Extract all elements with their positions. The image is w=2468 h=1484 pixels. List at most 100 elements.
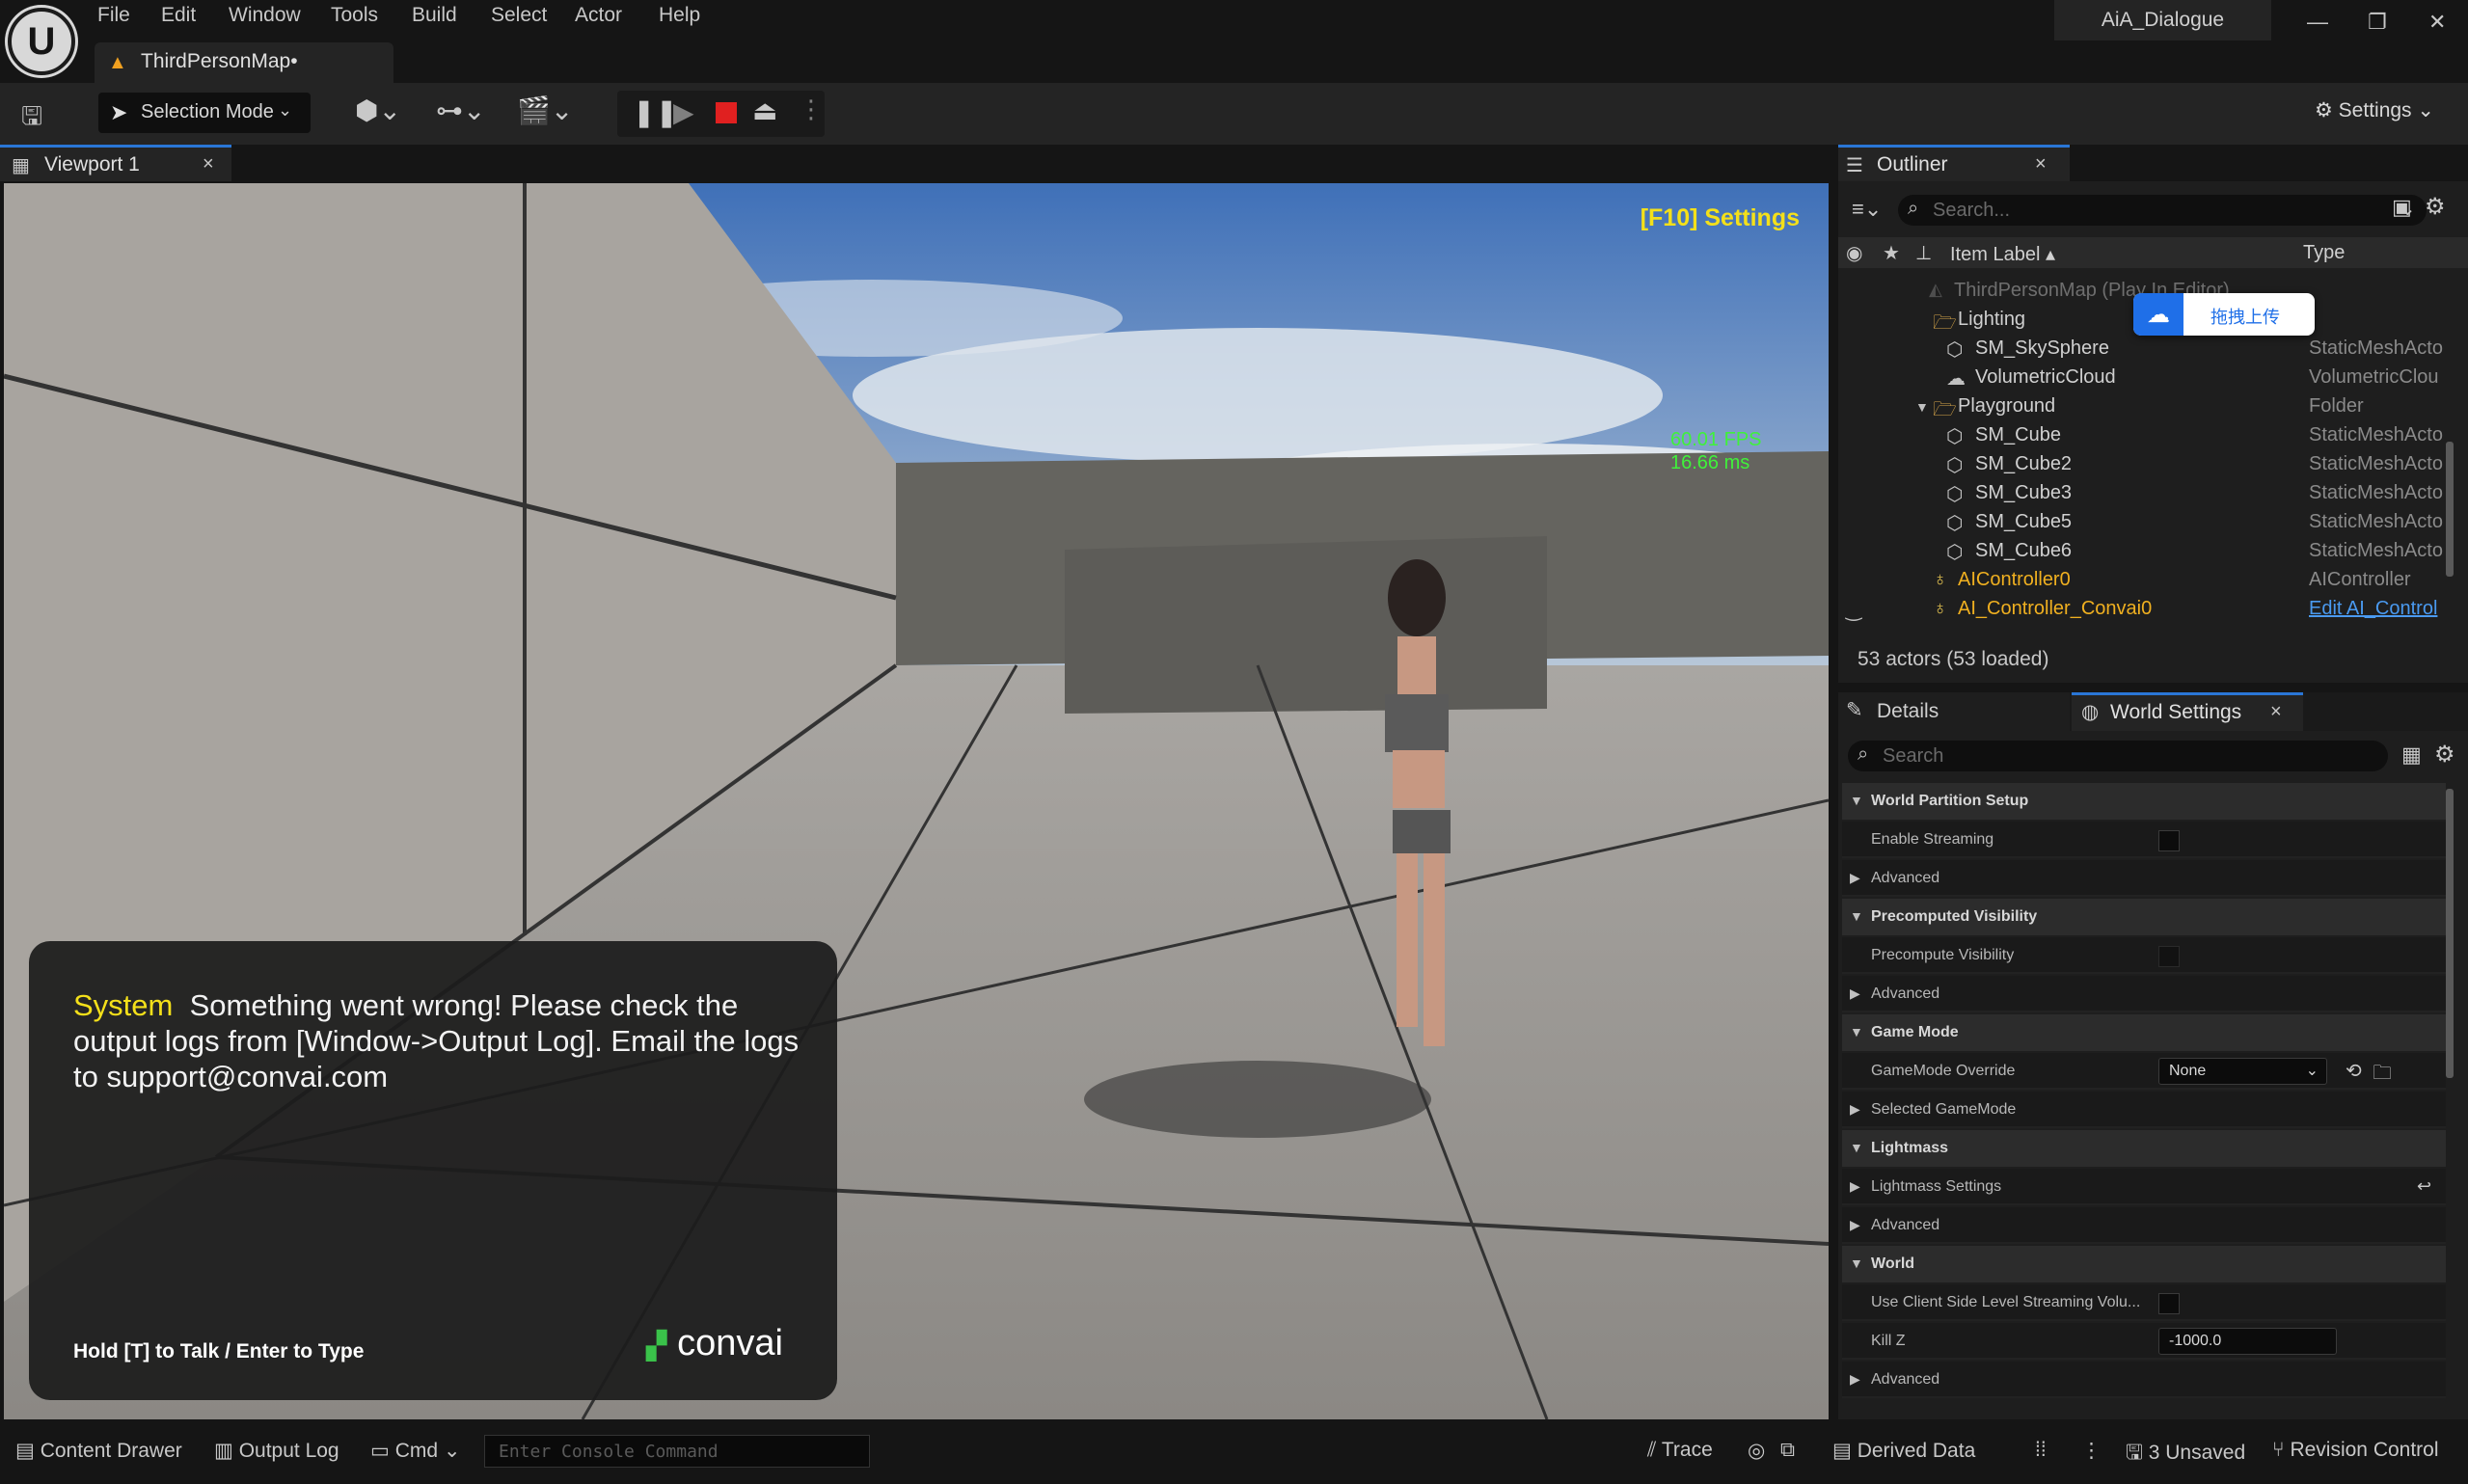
gear-icon[interactable]: ⚙ <box>2425 193 2446 221</box>
step-icon[interactable]: ▶ <box>673 96 694 128</box>
pin-icon[interactable]: ⊥ <box>1915 241 1932 265</box>
tab-details[interactable]: ✎ Details <box>1838 692 2070 731</box>
row-type: StaticMeshActo <box>2309 540 2443 561</box>
unreal-logo-icon[interactable]: U <box>8 8 75 75</box>
browse-icon[interactable]: ⟲ <box>2346 1059 2362 1083</box>
column-type[interactable]: Type <box>2303 242 2345 264</box>
stop-icon[interactable] <box>716 102 737 123</box>
derived-data-button[interactable]: ▤ Derived Data <box>1832 1439 1975 1463</box>
add-actor-icon[interactable]: ⬢⌄ <box>355 94 401 126</box>
property-advanced[interactable]: ▶ Advanced <box>1842 1207 2446 1244</box>
category-precomputed-visibility[interactable]: ▼ Precomputed Visibility <box>1842 899 2446 935</box>
outliner-search-input[interactable]: ⌕ Search... ⌄ <box>1898 195 2427 226</box>
table-view-icon[interactable]: ▦ <box>2401 742 2422 768</box>
new-folder-icon[interactable]: ▣ <box>2392 195 2412 220</box>
outliner-row[interactable]: ▼ 🗁 Playground Folder <box>1838 391 2442 420</box>
gamemode-override-select[interactable]: None ⌄ <box>2158 1058 2327 1085</box>
close-icon[interactable]: × <box>2035 153 2047 175</box>
minimize-icon[interactable]: — <box>2307 10 2328 35</box>
map-tab[interactable]: ▲ ThirdPersonMap• <box>95 42 393 83</box>
settings-button[interactable]: ⚙ Settings ⌄ <box>2315 98 2434 122</box>
viewport-settings-hint[interactable]: [F10] Settings <box>1641 204 1800 232</box>
category-game-mode[interactable]: ▼ Game Mode <box>1842 1014 2446 1051</box>
row-label: Playground <box>1958 395 2056 417</box>
cmd-dropdown[interactable]: ▭ Cmd ⌄ <box>370 1439 460 1463</box>
star-icon[interactable]: ★ <box>1883 241 1900 265</box>
grid-icon[interactable]: ⁞⁞ <box>2035 1439 2047 1462</box>
client-streaming-checkbox[interactable] <box>2158 1293 2180 1314</box>
details-scrollbar[interactable] <box>2446 789 2454 1078</box>
outliner-row[interactable]: ⬡ SM_Cube6 StaticMeshActo <box>1838 536 2443 565</box>
outliner-scrollbar[interactable] <box>2446 442 2454 577</box>
upload-widget[interactable]: ☁ 拖拽上传 <box>2133 293 2315 336</box>
filter-icon[interactable]: ≡⌄ <box>1852 197 1882 222</box>
outliner-row[interactable]: ⬡ SM_Cube3 StaticMeshActo <box>1838 478 2443 507</box>
property-lightmass-settings[interactable]: ▶ Lightmass Settings ↩ <box>1842 1169 2446 1205</box>
level-viewport[interactable]: [F10] Settings 60.01 FPS 16.66 ms System… <box>4 183 1829 1419</box>
enable-streaming-checkbox[interactable] <box>2158 830 2180 851</box>
property-label: Enable Streaming <box>1871 831 1994 848</box>
blueprint-icon[interactable]: ⊶⌄ <box>436 94 485 126</box>
menu-file[interactable]: File <box>97 4 130 27</box>
eject-icon[interactable]: ⏏ <box>752 94 777 126</box>
category-world-partition[interactable]: ▼ World Partition Setup <box>1842 783 2446 820</box>
kill-z-input[interactable]: -1000.0 <box>2158 1328 2337 1355</box>
more-icon[interactable]: ⋮ <box>2081 1439 2102 1463</box>
selection-mode-dropdown[interactable]: ➤ Selection Mode ⌄ <box>98 93 311 133</box>
save-icon[interactable]: 🖫 <box>21 98 42 141</box>
property-label: Use Client Side Level Streaming Volu... <box>1871 1294 2141 1310</box>
record-icon[interactable]: ◎ <box>1748 1439 1765 1463</box>
static-mesh-icon: ⬡ <box>1946 542 1964 563</box>
property-advanced[interactable]: ▶ Advanced <box>1842 976 2446 1012</box>
trace-button[interactable]: ⫽ Trace <box>1647 1439 1713 1462</box>
reset-icon[interactable]: ↩ <box>2417 1176 2431 1197</box>
restore-icon[interactable]: ❐ <box>2368 10 2387 35</box>
edit-blueprint-link[interactable]: Edit AI_Control <box>2309 598 2437 620</box>
visibility-icon[interactable]: ‿ <box>1846 598 1861 622</box>
outliner-row[interactable]: ☁ VolumetricCloud VolumetricClou <box>1838 363 2442 391</box>
visibility-icon[interactable]: ◉ <box>1846 241 1862 265</box>
outliner-row[interactable]: ♁ AIController0 AIController <box>1838 565 2442 594</box>
branch-icon: ⑂ <box>2272 1439 2285 1461</box>
details-search-input[interactable]: ⌕ Search <box>1848 741 2388 771</box>
property-advanced[interactable]: ▶ Advanced <box>1842 860 2446 897</box>
more-icon[interactable]: ⋮ <box>799 94 824 124</box>
cinematics-icon[interactable]: 🎬⌄ <box>517 94 573 126</box>
outliner-row[interactable]: ⬡ SM_Cube StaticMeshActo <box>1838 420 2443 449</box>
property-selected-gamemode[interactable]: ▶ Selected GameMode <box>1842 1092 2446 1128</box>
unsaved-button[interactable]: 🖫 3 Unsaved <box>2126 1439 2245 1472</box>
screenshot-icon[interactable]: ⧉ <box>1780 1439 1795 1462</box>
category-lightmass[interactable]: ▼ Lightmass <box>1842 1130 2446 1167</box>
chevron-down-icon[interactable]: ▼ <box>1915 399 1929 415</box>
revision-control-button[interactable]: ⑂ Revision Control <box>2272 1439 2439 1462</box>
tab-world-settings[interactable]: ◍ World Settings × <box>2072 692 2303 731</box>
menu-build[interactable]: Build <box>412 4 457 27</box>
viewport-tab[interactable]: ▦ Viewport 1 × <box>0 145 231 181</box>
console-command-input[interactable]: Enter Console Command <box>484 1435 870 1468</box>
close-window-icon[interactable]: ✕ <box>2428 10 2446 35</box>
menu-select[interactable]: Select <box>491 4 547 27</box>
pause-icon[interactable]: ❚❚ <box>633 96 678 128</box>
menu-edit[interactable]: Edit <box>161 4 196 27</box>
outliner-tab[interactable]: ☰ Outliner × <box>1838 145 2070 181</box>
precompute-visibility-checkbox[interactable] <box>2158 946 2180 967</box>
menu-help[interactable]: Help <box>659 4 700 27</box>
property-advanced[interactable]: ▶ Advanced <box>1842 1362 2446 1398</box>
column-item-label[interactable]: Item Label ▴ <box>1950 242 2055 266</box>
close-icon[interactable]: × <box>2270 701 2282 723</box>
menu-tools[interactable]: Tools <box>331 4 378 27</box>
outliner-row[interactable]: ⬡ SM_Cube5 StaticMeshActo <box>1838 507 2443 536</box>
output-log-button[interactable]: ▥ Output Log <box>214 1439 339 1463</box>
gear-icon[interactable]: ⚙ <box>2434 741 2455 769</box>
log-icon: ▥ <box>214 1440 233 1462</box>
outliner-row[interactable]: ⬡ SM_Cube2 StaticMeshActo <box>1838 449 2443 478</box>
tab-details-label: Details <box>1877 700 1939 722</box>
menu-actor[interactable]: Actor <box>575 4 622 27</box>
folder-search-icon[interactable]: 🗀 <box>2373 1059 2392 1092</box>
outliner-row[interactable]: ‿ ♁ AI_Controller_Convai0 Edit AI_Contro… <box>1838 594 2442 623</box>
category-world[interactable]: ▼ World <box>1842 1246 2446 1282</box>
close-icon[interactable]: × <box>203 153 214 175</box>
outliner-row[interactable]: ⬡ SM_SkySphere StaticMeshActo <box>1838 334 2443 363</box>
menu-window[interactable]: Window <box>229 4 301 27</box>
content-drawer-button[interactable]: ▤ Content Drawer <box>15 1439 182 1463</box>
